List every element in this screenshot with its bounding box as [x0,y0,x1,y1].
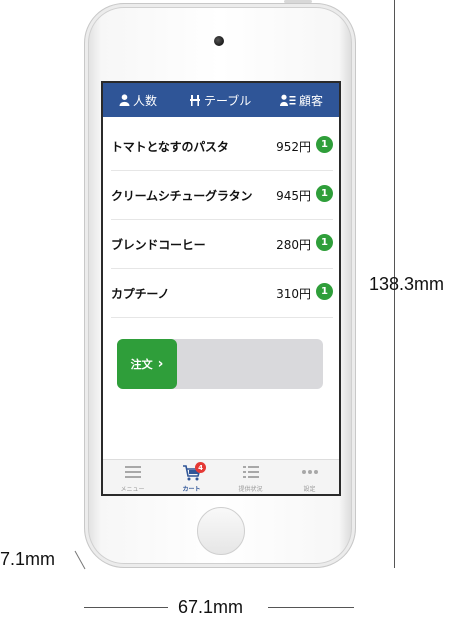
tab-label: 設定 [303,486,316,493]
tab-label: メニュー [120,486,145,493]
width-dimension-line-right [268,607,354,608]
table-label: テーブル [204,93,252,108]
people-count-label: 人数 [133,93,158,108]
quantity-badge[interactable]: 1 [316,234,333,251]
item-price: 310円 [276,287,311,301]
cart-count-badge: 4 [195,462,206,473]
table-icon [189,94,201,106]
item-name: トマトとなすのパスタ [111,140,229,154]
person-icon [119,94,130,106]
ipod-device-frame: 人数 テーブル 顧客 トマトとなすのパスタ 952円 1 クリームシチューグラタ… [84,3,356,568]
item-price: 952円 [276,140,311,154]
serving-status-icon [221,465,280,481]
order-label: 注文 [130,358,153,371]
cart-item[interactable]: カプチーノ 310円 1 [111,269,333,318]
tab-settings[interactable]: 設定 [280,460,339,494]
quantity-badge[interactable]: 1 [316,136,333,153]
item-name: カプチーノ [111,287,170,301]
table-button[interactable]: テーブル [189,83,251,117]
tab-menu[interactable]: メニュー [103,460,162,494]
cart-icon [162,465,221,481]
top-button [284,0,312,3]
front-camera [214,36,224,46]
height-dimension-label: 138.3mm [369,274,445,294]
item-price: 945円 [276,189,311,203]
depth-dimension-label: 7.1mm [0,549,56,569]
chevron-right-icon: › [157,356,164,372]
customer-list-icon [280,94,296,106]
app-screen: 人数 テーブル 顧客 トマトとなすのパスタ 952円 1 クリームシチューグラタ… [101,81,341,496]
tab-label: カート [182,486,201,493]
cart-item[interactable]: トマトとなすのパスタ 952円 1 [111,122,333,171]
tab-label: 提供状況 [238,486,263,493]
width-dimension-line-left [84,607,168,608]
bottom-tab-bar: メニュー 4 カート 提供状況 設定 [103,459,339,494]
customer-button[interactable]: 顧客 [280,83,323,117]
cart-item[interactable]: クリームシチューグラタン 945円 1 [111,171,333,220]
quantity-badge[interactable]: 1 [316,283,333,300]
width-dimension-label: 67.1mm [178,597,244,617]
order-slider-track[interactable]: 注文 › [117,339,323,389]
header-bar: 人数 テーブル 顧客 [103,83,339,117]
depth-dimension-line [74,550,86,570]
cart-item[interactable]: ブレンドコーヒー 280円 1 [111,220,333,269]
quantity-badge[interactable]: 1 [316,185,333,202]
order-slider-handle[interactable]: 注文 › [117,339,177,389]
item-name: ブレンドコーヒー [111,238,206,252]
item-price: 280円 [276,238,311,252]
tab-serving-status[interactable]: 提供状況 [221,460,280,494]
item-name: クリームシチューグラタン [111,189,253,203]
more-dots-icon [280,465,339,481]
home-button[interactable] [197,507,245,555]
customer-label: 顧客 [299,93,324,108]
menu-list-icon [103,465,162,481]
tab-cart[interactable]: 4 カート [162,460,221,494]
people-count-button[interactable]: 人数 [119,83,157,117]
